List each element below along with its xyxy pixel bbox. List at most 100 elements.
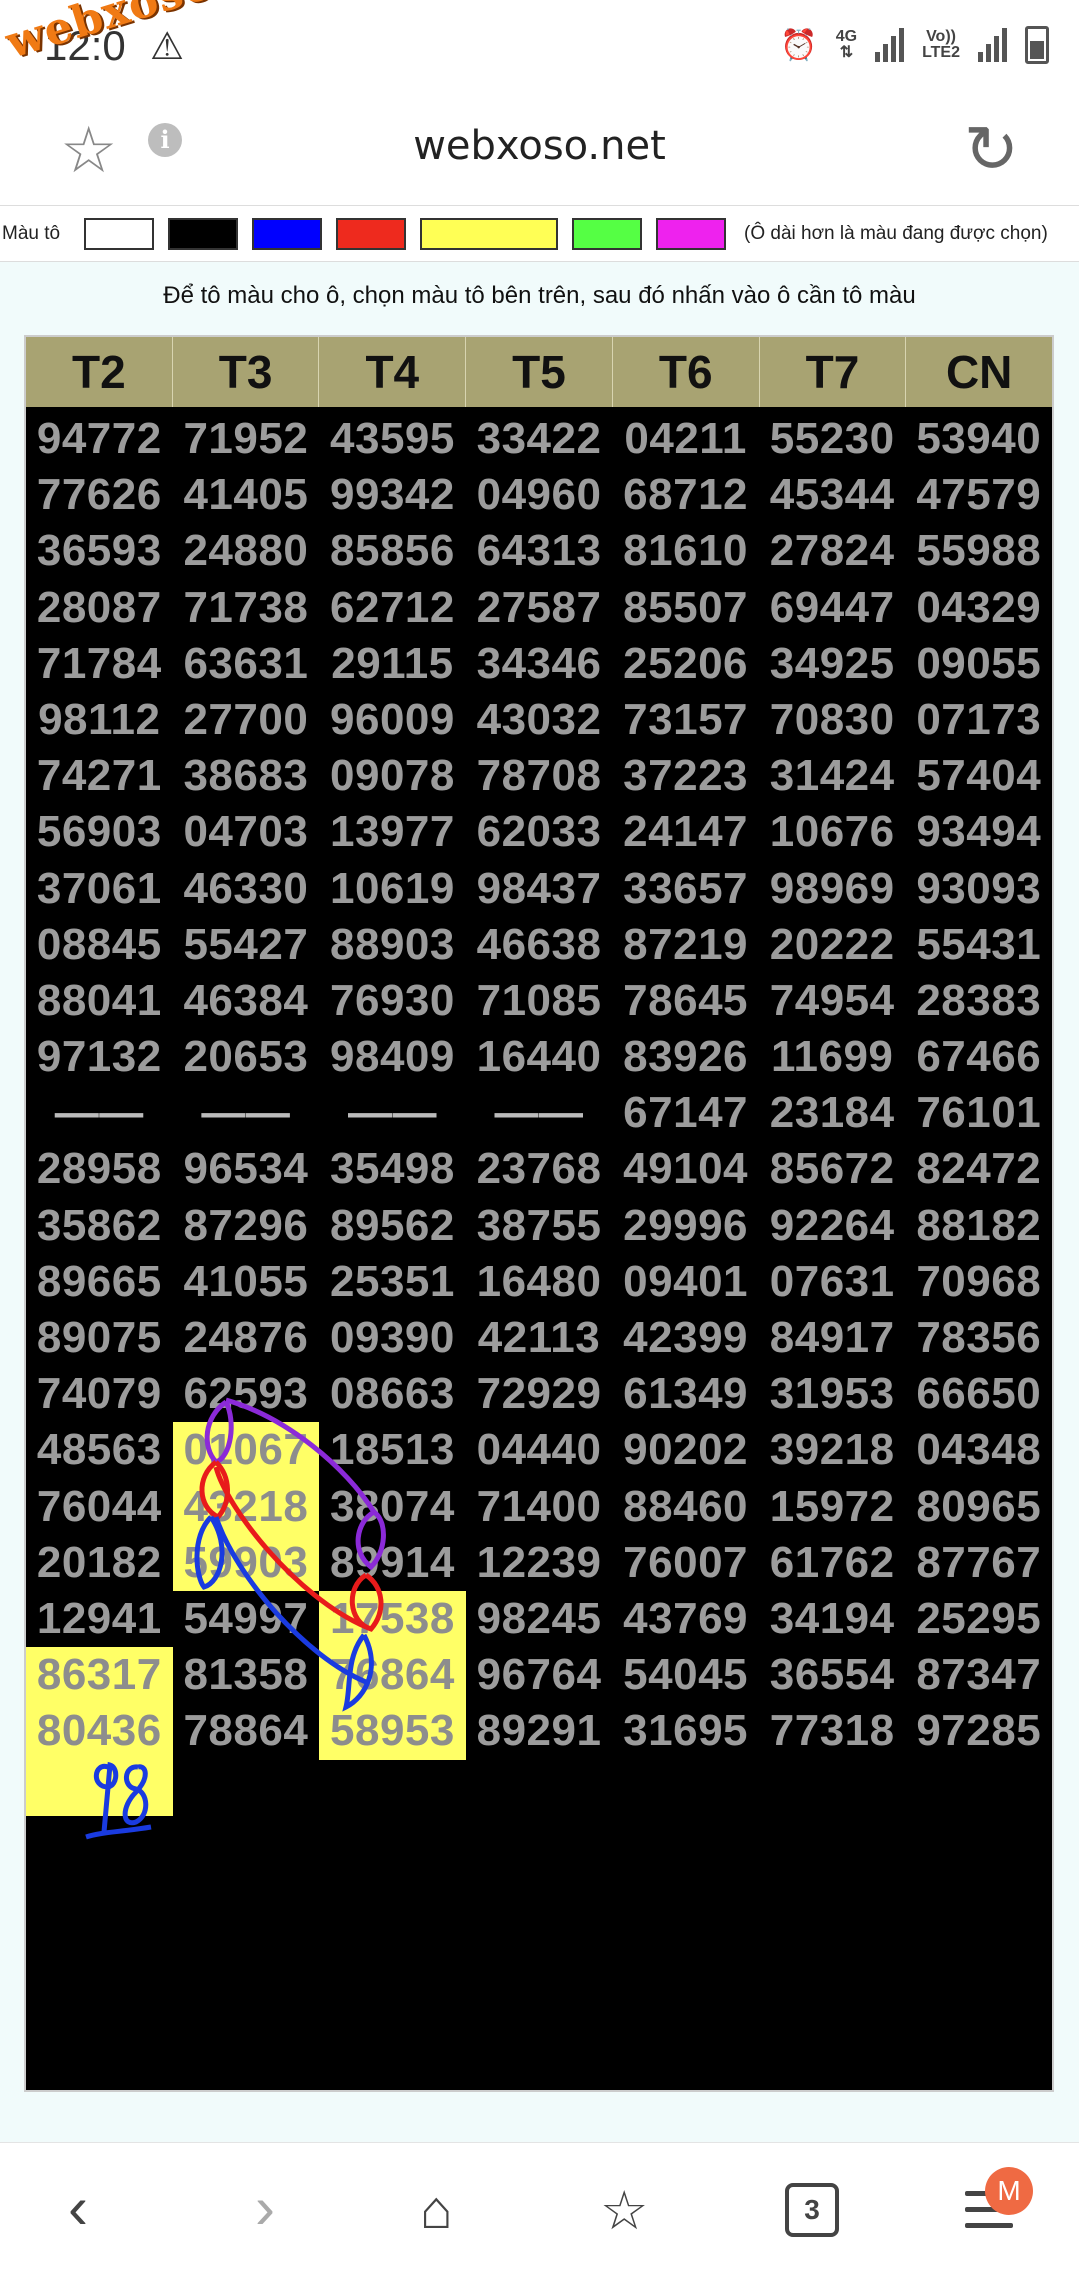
table-cell[interactable]: 97285 (905, 1703, 1052, 1759)
table-cell[interactable]: 54997 (173, 1591, 320, 1647)
table-cell[interactable]: 77318 (759, 1703, 906, 1759)
table-cell[interactable]: 08845 (26, 917, 173, 973)
table-cell[interactable]: 43032 (466, 692, 613, 748)
table-cell[interactable]: 34194 (759, 1591, 906, 1647)
table-cell[interactable]: 98112 (26, 692, 173, 748)
table-cell[interactable]: 20653 (173, 1029, 320, 1085)
table-cell[interactable]: 24876 (173, 1310, 320, 1366)
table-cell[interactable]: 48563 (26, 1422, 173, 1478)
table-cell[interactable]: 04440 (466, 1422, 613, 1478)
table-cell[interactable]: 76864 (319, 1647, 466, 1704)
table-cell[interactable]: 18513 (319, 1422, 466, 1478)
table-cell[interactable]: 08663 (319, 1366, 466, 1422)
table-cell[interactable]: 43769 (612, 1591, 759, 1647)
table-cell[interactable]: 28958 (26, 1141, 173, 1197)
table-cell[interactable]: 66650 (905, 1366, 1052, 1422)
table-cell[interactable]: 87347 (905, 1647, 1052, 1703)
table-cell[interactable]: 39218 (759, 1422, 906, 1478)
table-cell[interactable]: 35498 (319, 1141, 466, 1197)
table-cell[interactable] (173, 1760, 320, 1816)
table-cell[interactable]: 85672 (759, 1141, 906, 1197)
url-bar[interactable]: webxoso.net (0, 123, 1079, 169)
table-cell[interactable]: 23768 (466, 1141, 613, 1197)
table-cell[interactable]: 85856 (319, 523, 466, 579)
table-cell[interactable]: 41405 (173, 467, 320, 523)
table-cell[interactable]: 74079 (26, 1366, 173, 1422)
table-cell[interactable]: 46638 (466, 917, 613, 973)
table-cell[interactable]: 42113 (466, 1310, 613, 1366)
table-cell[interactable] (759, 1760, 906, 1816)
table-cell[interactable]: 89562 (319, 1198, 466, 1254)
tabs-icon[interactable]: 3 (785, 2183, 839, 2237)
swatch-green[interactable] (572, 217, 642, 250)
table-cell[interactable]: 37061 (26, 861, 173, 917)
table-cell[interactable]: 17538 (319, 1590, 466, 1648)
table-cell[interactable]: 83926 (612, 1029, 759, 1085)
table-cell[interactable]: 07631 (759, 1254, 906, 1310)
table-cell[interactable]: 70830 (759, 692, 906, 748)
table-cell[interactable]: 04703 (173, 804, 320, 860)
table-cell[interactable]: 43218 (172, 1478, 320, 1535)
table-cell[interactable]: 43595 (319, 411, 466, 467)
table-cell[interactable]: 98409 (319, 1029, 466, 1085)
table-cell[interactable]: 73157 (612, 692, 759, 748)
table-cell[interactable]: 98969 (759, 861, 906, 917)
table-cell[interactable]: 74954 (759, 973, 906, 1029)
table-cell[interactable]: 36554 (759, 1647, 906, 1703)
table-cell[interactable]: 27587 (466, 580, 613, 636)
table-cell[interactable]: 34925 (759, 636, 906, 692)
table-cell[interactable]: 78708 (466, 748, 613, 804)
table-cell[interactable]: 20222 (759, 917, 906, 973)
table-cell[interactable]: 71085 (466, 973, 613, 1029)
table-cell[interactable]: 41055 (173, 1254, 320, 1310)
table-cell[interactable]: 11699 (759, 1029, 906, 1085)
table-cell[interactable]: 20182 (26, 1535, 173, 1591)
table-cell[interactable]: 07173 (905, 692, 1052, 748)
table-cell[interactable]: 78356 (905, 1310, 1052, 1366)
swatch-red[interactable] (336, 217, 406, 250)
table-cell[interactable]: 67147 (612, 1085, 759, 1141)
table-cell[interactable]: 25351 (319, 1254, 466, 1310)
table-cell[interactable]: 31695 (612, 1703, 759, 1759)
profile-badge[interactable]: M (985, 2167, 1033, 2215)
table-cell[interactable]: 09078 (319, 748, 466, 804)
table-cell[interactable]: 33657 (612, 861, 759, 917)
table-cell[interactable]: 82472 (905, 1141, 1052, 1197)
table-cell[interactable]: 31424 (759, 748, 906, 804)
table-cell[interactable]: 85507 (612, 580, 759, 636)
table-cell[interactable] (319, 1760, 466, 1816)
table-cell[interactable]: 84917 (759, 1310, 906, 1366)
table-cell[interactable]: —— (466, 1085, 613, 1141)
table-cell[interactable]: 16480 (466, 1254, 613, 1310)
table-cell[interactable]: 93093 (905, 861, 1052, 917)
table-cell[interactable]: 57404 (905, 748, 1052, 804)
table-cell[interactable]: 24880 (173, 523, 320, 579)
table-cell[interactable]: 63631 (173, 636, 320, 692)
table-cell[interactable]: 04211 (612, 411, 759, 467)
table-cell[interactable]: 88903 (319, 917, 466, 973)
table-cell[interactable]: 56903 (26, 804, 173, 860)
table-cell[interactable]: 55230 (759, 411, 906, 467)
table-cell[interactable]: 16440 (466, 1029, 613, 1085)
table-cell[interactable]: 64313 (466, 523, 613, 579)
table-cell[interactable]: 12239 (466, 1535, 613, 1591)
table-cell[interactable]: 55988 (905, 523, 1052, 579)
table-cell[interactable]: 86317 (26, 1647, 173, 1704)
table-cell[interactable]: —— (319, 1085, 466, 1141)
table-cell[interactable]: 87219 (612, 917, 759, 973)
swatch-yellow-selected[interactable] (420, 217, 558, 250)
table-cell[interactable]: 61349 (612, 1366, 759, 1422)
table-cell[interactable]: 61762 (759, 1535, 906, 1591)
table-cell[interactable]: 25206 (612, 636, 759, 692)
table-cell[interactable]: 76044 (26, 1479, 173, 1535)
table-cell[interactable]: 49104 (612, 1141, 759, 1197)
table-cell[interactable]: 77626 (26, 467, 173, 523)
table-cell[interactable]: 62033 (466, 804, 613, 860)
table-cell[interactable]: 13977 (319, 804, 466, 860)
table-cell[interactable]: 71784 (26, 636, 173, 692)
table-cell[interactable]: 27700 (173, 692, 320, 748)
table-cell[interactable]: 31953 (759, 1366, 906, 1422)
table-cell[interactable]: —— (26, 1085, 173, 1141)
table-cell[interactable]: 99342 (319, 467, 466, 523)
table-cell[interactable]: 38074 (319, 1479, 466, 1535)
